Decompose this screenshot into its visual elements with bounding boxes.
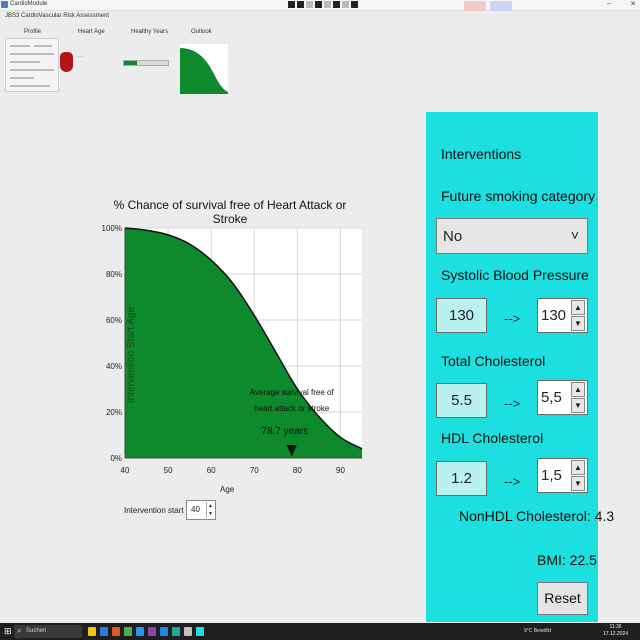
smoking-select-value[interactable]: No: [443, 228, 462, 245]
hdl-arrow: -->: [504, 474, 521, 489]
chevron-down-icon[interactable]: ˅: [571, 227, 579, 243]
sbp-current-value: 130: [436, 298, 487, 333]
y-tick-label: 40%: [106, 362, 122, 371]
intervention-start-value[interactable]: 40: [191, 505, 200, 514]
increment-icon[interactable]: ▲: [571, 300, 585, 315]
smoking-select[interactable]: No ˅: [436, 218, 588, 254]
cardio-app-icon[interactable]: [196, 627, 204, 636]
clock-date[interactable]: 17.12.2024: [603, 631, 628, 638]
increment-icon[interactable]: ▲: [571, 382, 585, 397]
smoking-label: Future smoking category: [441, 188, 596, 204]
nonhdl-value: NonHDL Cholesterol: 4.3: [459, 508, 615, 524]
toolbar-icon[interactable]: [306, 1, 313, 8]
minimize-icon[interactable]: –: [603, 0, 615, 7]
taskbar: ⊞ ⌕ Suchen 9°C Bewölkt 11:36 17.12.2024: [0, 623, 640, 640]
profile-thumbnail[interactable]: [5, 38, 59, 92]
heart-age-thumb-text: ·····: [77, 55, 83, 59]
edge-icon[interactable]: [136, 627, 144, 636]
app-icon[interactable]: [112, 627, 120, 636]
close-icon[interactable]: ✕: [627, 0, 639, 8]
taskbar-apps: [88, 627, 204, 636]
spinner-arrows-icon[interactable]: ▲ ▼: [206, 502, 214, 518]
hdl-new-stepper[interactable]: 1,5 ▲ ▼: [537, 458, 588, 493]
toolbar-icon[interactable]: [333, 1, 340, 8]
tc-new-stepper[interactable]: 5,5 ▲ ▼: [537, 380, 588, 415]
x-tick-label: 70: [250, 466, 259, 475]
toolbar-icon[interactable]: [315, 1, 322, 8]
intervention-start-age-label: Intervention Start Age: [126, 306, 137, 403]
toolbar-icon[interactable]: [324, 1, 331, 8]
panel-title: Interventions: [441, 146, 522, 162]
annotation-value: 78.7 years: [261, 426, 308, 437]
clock[interactable]: 11:36 17.12.2024: [603, 624, 628, 638]
app-icon[interactable]: [160, 627, 168, 636]
search-placeholder[interactable]: Suchen: [26, 628, 46, 634]
title-bar: CardioModule – ✕: [0, 0, 640, 11]
interventions-panel: Interventions Future smoking category No…: [426, 112, 614, 622]
y-tick-label: 0%: [110, 454, 122, 463]
toolbar-icon[interactable]: [288, 1, 295, 8]
intervention-start-spinner[interactable]: 40 ▲ ▼: [186, 500, 216, 520]
app-icon[interactable]: [172, 627, 180, 636]
window-toolbar: [288, 1, 358, 9]
reset-button[interactable]: Reset: [537, 582, 588, 615]
decrement-icon[interactable]: ▼: [571, 316, 585, 331]
sbp-arrow: -->: [504, 311, 521, 326]
window-title: CardioModule: [10, 1, 48, 7]
tc-current-value: 5.5: [436, 383, 487, 418]
increment-icon[interactable]: ▲: [571, 460, 585, 475]
survival-chart: 100% 80% 60% 40% 20% 0% 40 50 60 70 80 90 Interventi…: [102, 224, 363, 475]
app-icon: [1, 1, 8, 8]
toolbar-icon[interactable]: [351, 1, 358, 8]
heart-icon: [60, 52, 73, 72]
sbp-label: Systolic Blood Pressure: [441, 267, 589, 283]
app-subtitle: JBS3 CardioVascular Risk Assessment: [5, 13, 109, 19]
decrement-icon[interactable]: ▼: [571, 476, 585, 491]
y-tick-label: 60%: [106, 316, 122, 325]
outlook-thumbnail[interactable]: [180, 44, 228, 94]
decorative-shape: [490, 1, 512, 11]
toolbar-icon[interactable]: [342, 1, 349, 8]
x-tick-label: 60: [207, 466, 216, 475]
app-icon[interactable]: [184, 627, 192, 636]
hdl-label: HDL Cholesterol: [441, 430, 544, 446]
sbp-new-stepper[interactable]: 130 ▲ ▼: [537, 298, 588, 333]
weather-tray[interactable]: 9°C Bewölkt: [524, 628, 551, 634]
tc-new-value[interactable]: 5,5: [541, 389, 562, 406]
bmi-value: BMI: 22.5: [537, 552, 597, 568]
clock-time[interactable]: 11:36: [603, 624, 628, 631]
toolbar-icon[interactable]: [297, 1, 304, 8]
explorer-icon[interactable]: [88, 627, 96, 636]
app-icon[interactable]: [100, 627, 108, 636]
app-icon[interactable]: [148, 627, 156, 636]
tab-healthy-years[interactable]: Healthy Years: [131, 29, 168, 35]
y-tick-label: 100%: [102, 224, 122, 233]
tab-profile[interactable]: Profile: [24, 29, 41, 35]
y-tick-label: 20%: [106, 408, 122, 417]
x-tick-label: 80: [293, 466, 302, 475]
search-icon: ⌕: [17, 626, 22, 635]
tc-label: Total Cholesterol: [441, 353, 546, 369]
x-tick-label: 50: [164, 466, 173, 475]
decrement-icon[interactable]: ▼: [571, 398, 585, 413]
hdl-new-value[interactable]: 1,5: [541, 467, 562, 484]
healthy-years-bar: [123, 60, 169, 66]
x-tick-label: 90: [336, 466, 345, 475]
app-icon[interactable]: [124, 627, 132, 636]
decorative-shape: [464, 1, 486, 11]
annotation-line-1: Average survival free of: [250, 388, 335, 397]
tab-outlook[interactable]: Outlook: [191, 29, 212, 35]
tc-arrow: -->: [504, 396, 521, 411]
taskbar-search[interactable]: ⌕ Suchen: [14, 625, 82, 638]
tab-heart-age[interactable]: Heart Age: [78, 29, 105, 35]
x-tick-label: 40: [121, 466, 130, 475]
y-tick-label: 80%: [106, 270, 122, 279]
sbp-new-value[interactable]: 130: [541, 307, 566, 324]
hdl-current-value: 1.2: [436, 461, 487, 496]
windows-start-icon[interactable]: ⊞: [4, 627, 13, 636]
x-axis-label: Age: [220, 485, 235, 494]
annotation-line-2: heart attack or stroke: [254, 404, 330, 413]
